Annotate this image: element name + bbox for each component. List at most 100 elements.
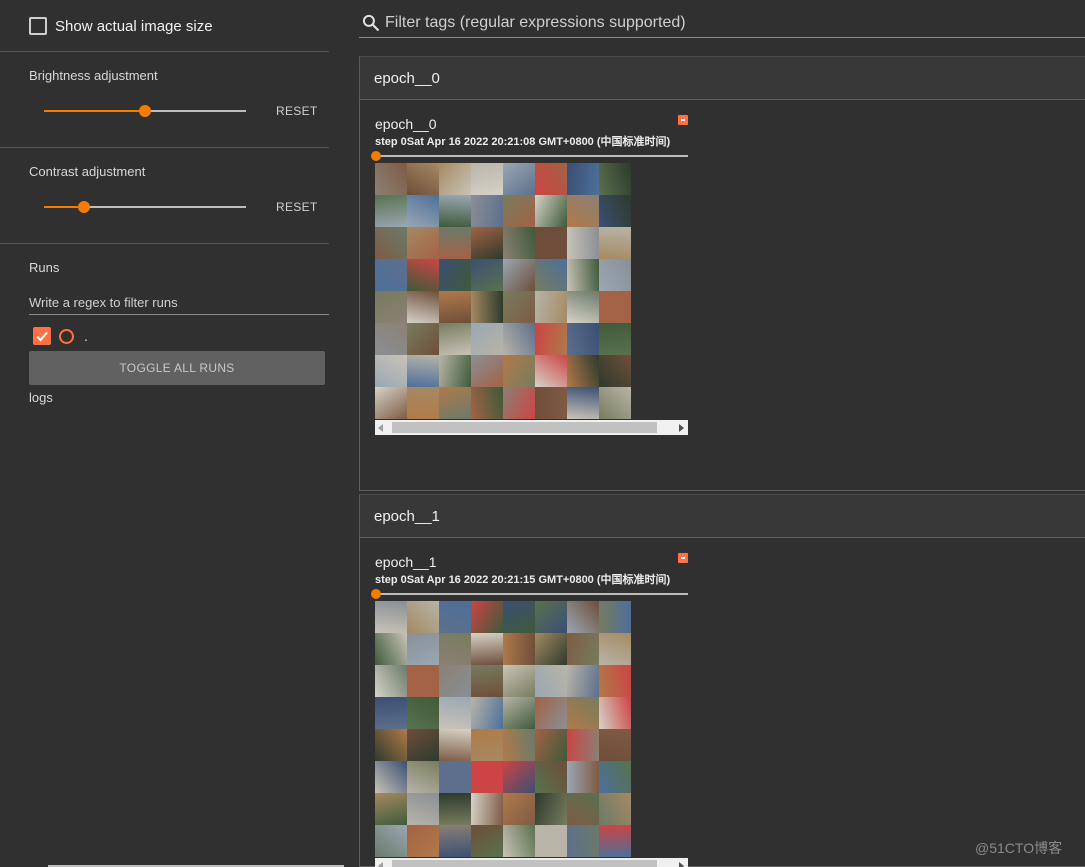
image-thumbnail — [471, 761, 503, 793]
image-thumbnail — [535, 259, 567, 291]
image-thumbnail — [535, 323, 567, 355]
image-thumbnail — [375, 227, 407, 259]
run-filter-input[interactable] — [29, 290, 329, 315]
image-thumbnail — [439, 633, 471, 665]
show-actual-size-checkbox[interactable] — [29, 17, 47, 35]
image-thumbnail — [407, 227, 439, 259]
image-thumbnail — [375, 665, 407, 697]
image-thumbnail — [471, 259, 503, 291]
image-thumbnail — [503, 227, 535, 259]
image-thumbnail — [503, 355, 535, 387]
contrast-reset-button[interactable]: RESET — [276, 200, 318, 214]
slider-thumb[interactable] — [78, 201, 91, 213]
scrollbar-thumb[interactable] — [392, 860, 657, 867]
image-thumbnail — [375, 793, 407, 825]
image-thumbnail — [375, 761, 407, 793]
image-thumbnail — [503, 633, 535, 665]
image-thumbnail — [535, 729, 567, 761]
group-header-epoch-1[interactable]: epoch__1 — [359, 494, 1085, 538]
image-thumbnail — [567, 633, 599, 665]
step-slider[interactable] — [371, 589, 688, 599]
image-thumbnail — [471, 633, 503, 665]
run-color-picker[interactable] — [59, 328, 74, 344]
expand-icon[interactable] — [678, 553, 688, 563]
image-thumbnail — [503, 761, 535, 793]
image-thumbnail — [471, 387, 503, 419]
scroll-right-icon[interactable] — [679, 424, 684, 432]
image-thumbnail — [471, 665, 503, 697]
image-thumbnail — [599, 227, 631, 259]
check-icon — [36, 331, 48, 342]
timestamp: Sat Apr 16 2022 20:21:08 GMT+0800 (中国标准时… — [406, 136, 671, 148]
brightness-reset-button[interactable]: RESET — [276, 104, 318, 118]
image-thumbnail — [599, 259, 631, 291]
horizontal-scrollbar[interactable] — [375, 420, 688, 435]
image-thumbnail — [503, 729, 535, 761]
divider — [0, 243, 329, 244]
image-thumbnail — [375, 729, 407, 761]
image-thumbnail — [535, 825, 567, 857]
toggle-all-runs-button[interactable]: TOGGLE ALL RUNS — [29, 351, 325, 385]
scroll-right-icon[interactable] — [679, 862, 684, 867]
image-thumbnail — [375, 387, 407, 419]
image-grid — [375, 163, 631, 419]
image-thumbnail — [503, 195, 535, 227]
image-thumbnail — [567, 387, 599, 419]
image-thumbnail — [375, 291, 407, 323]
image-thumbnail — [567, 729, 599, 761]
show-actual-image-size-toggle[interactable]: Show actual image size — [29, 17, 213, 35]
image-thumbnail — [375, 697, 407, 729]
card-step-info: step 0Sat Apr 16 2022 20:21:08 GMT+0800 … — [375, 133, 670, 149]
image-thumbnail — [567, 825, 599, 857]
group-header-epoch-0[interactable]: epoch__0 — [359, 56, 1085, 100]
image-thumbnail — [599, 195, 631, 227]
image-thumbnail — [535, 163, 567, 195]
horizontal-scrollbar[interactable] — [375, 858, 688, 867]
scroll-left-icon[interactable] — [378, 424, 383, 432]
runs-title: Runs — [29, 260, 60, 275]
image-thumbnail — [407, 323, 439, 355]
image-thumbnail — [439, 195, 471, 227]
image-thumbnail — [535, 793, 567, 825]
image-thumbnail — [407, 601, 439, 633]
scroll-left-icon[interactable] — [378, 862, 383, 867]
divider — [0, 51, 329, 52]
image-thumbnail — [407, 729, 439, 761]
image-thumbnail — [599, 697, 631, 729]
image-thumbnail — [567, 195, 599, 227]
watermark: @51CTO博客 — [975, 840, 1063, 856]
slider-thumb[interactable] — [371, 151, 381, 161]
image-thumbnail — [439, 259, 471, 291]
slider-thumb[interactable] — [371, 589, 381, 599]
scrollbar-thumb[interactable] — [392, 422, 657, 433]
image-thumbnail — [471, 291, 503, 323]
image-thumbnail — [567, 697, 599, 729]
card-title: epoch__0 — [375, 116, 437, 132]
image-thumbnail — [375, 633, 407, 665]
image-thumbnail — [439, 761, 471, 793]
step-slider[interactable] — [371, 151, 688, 161]
image-thumbnail — [567, 323, 599, 355]
brightness-slider[interactable] — [44, 101, 246, 121]
run-checkbox[interactable] — [33, 327, 51, 345]
image-thumbnail — [503, 793, 535, 825]
slider-track — [375, 155, 688, 157]
image-thumbnail — [567, 259, 599, 291]
image-thumbnail — [503, 163, 535, 195]
expand-icon[interactable] — [678, 115, 688, 125]
run-item: . — [33, 327, 88, 345]
image-thumbnail — [439, 601, 471, 633]
slider-thumb[interactable] — [139, 105, 151, 117]
image-card-epoch-0: epoch__0 step 0Sat Apr 16 2022 20:21:08 … — [359, 99, 1085, 491]
image-thumbnail — [535, 697, 567, 729]
divider — [0, 147, 329, 148]
image-thumbnail — [567, 355, 599, 387]
image-thumbnail — [471, 825, 503, 857]
image-thumbnail — [599, 729, 631, 761]
tag-filter-input[interactable] — [385, 13, 985, 32]
tag-filter-bar — [359, 8, 1085, 38]
image-thumbnail — [599, 291, 631, 323]
image-thumbnail — [439, 291, 471, 323]
image-thumbnail — [599, 825, 631, 857]
contrast-slider[interactable] — [44, 197, 246, 217]
